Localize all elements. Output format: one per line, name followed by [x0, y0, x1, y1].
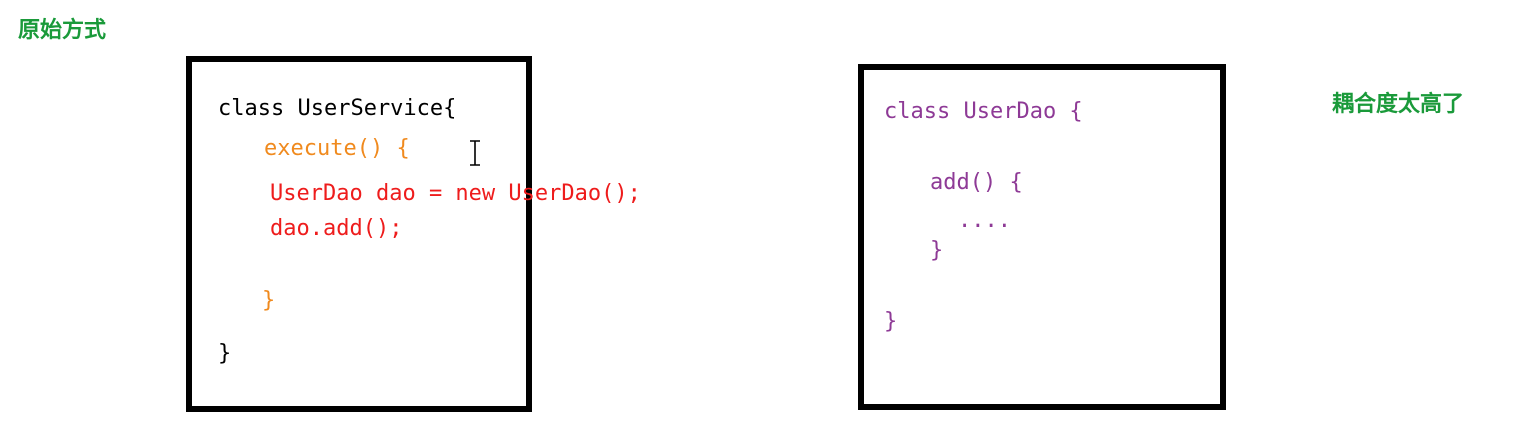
- user-dao-class-close: }: [884, 309, 898, 334]
- text-cursor-icon: [470, 140, 480, 166]
- add-method-body: ....: [958, 208, 1011, 233]
- add-method-close: }: [930, 238, 944, 263]
- execute-method-decl: execute() {: [264, 136, 410, 161]
- add-method-decl: add() {: [930, 170, 1023, 195]
- execute-method-close: }: [262, 288, 276, 313]
- user-dao-class-decl: class UserDao {: [884, 99, 1083, 124]
- user-service-class-decl: class UserService{: [218, 96, 457, 121]
- dao-add-call-line: dao.add();: [270, 216, 403, 241]
- dao-instantiation-line: UserDao dao = new UserDao();: [270, 181, 641, 206]
- user-service-class-close: }: [218, 341, 232, 366]
- original-way-label: 原始方式: [18, 18, 107, 43]
- coupling-note-label: 耦合度太高了: [1332, 92, 1465, 117]
